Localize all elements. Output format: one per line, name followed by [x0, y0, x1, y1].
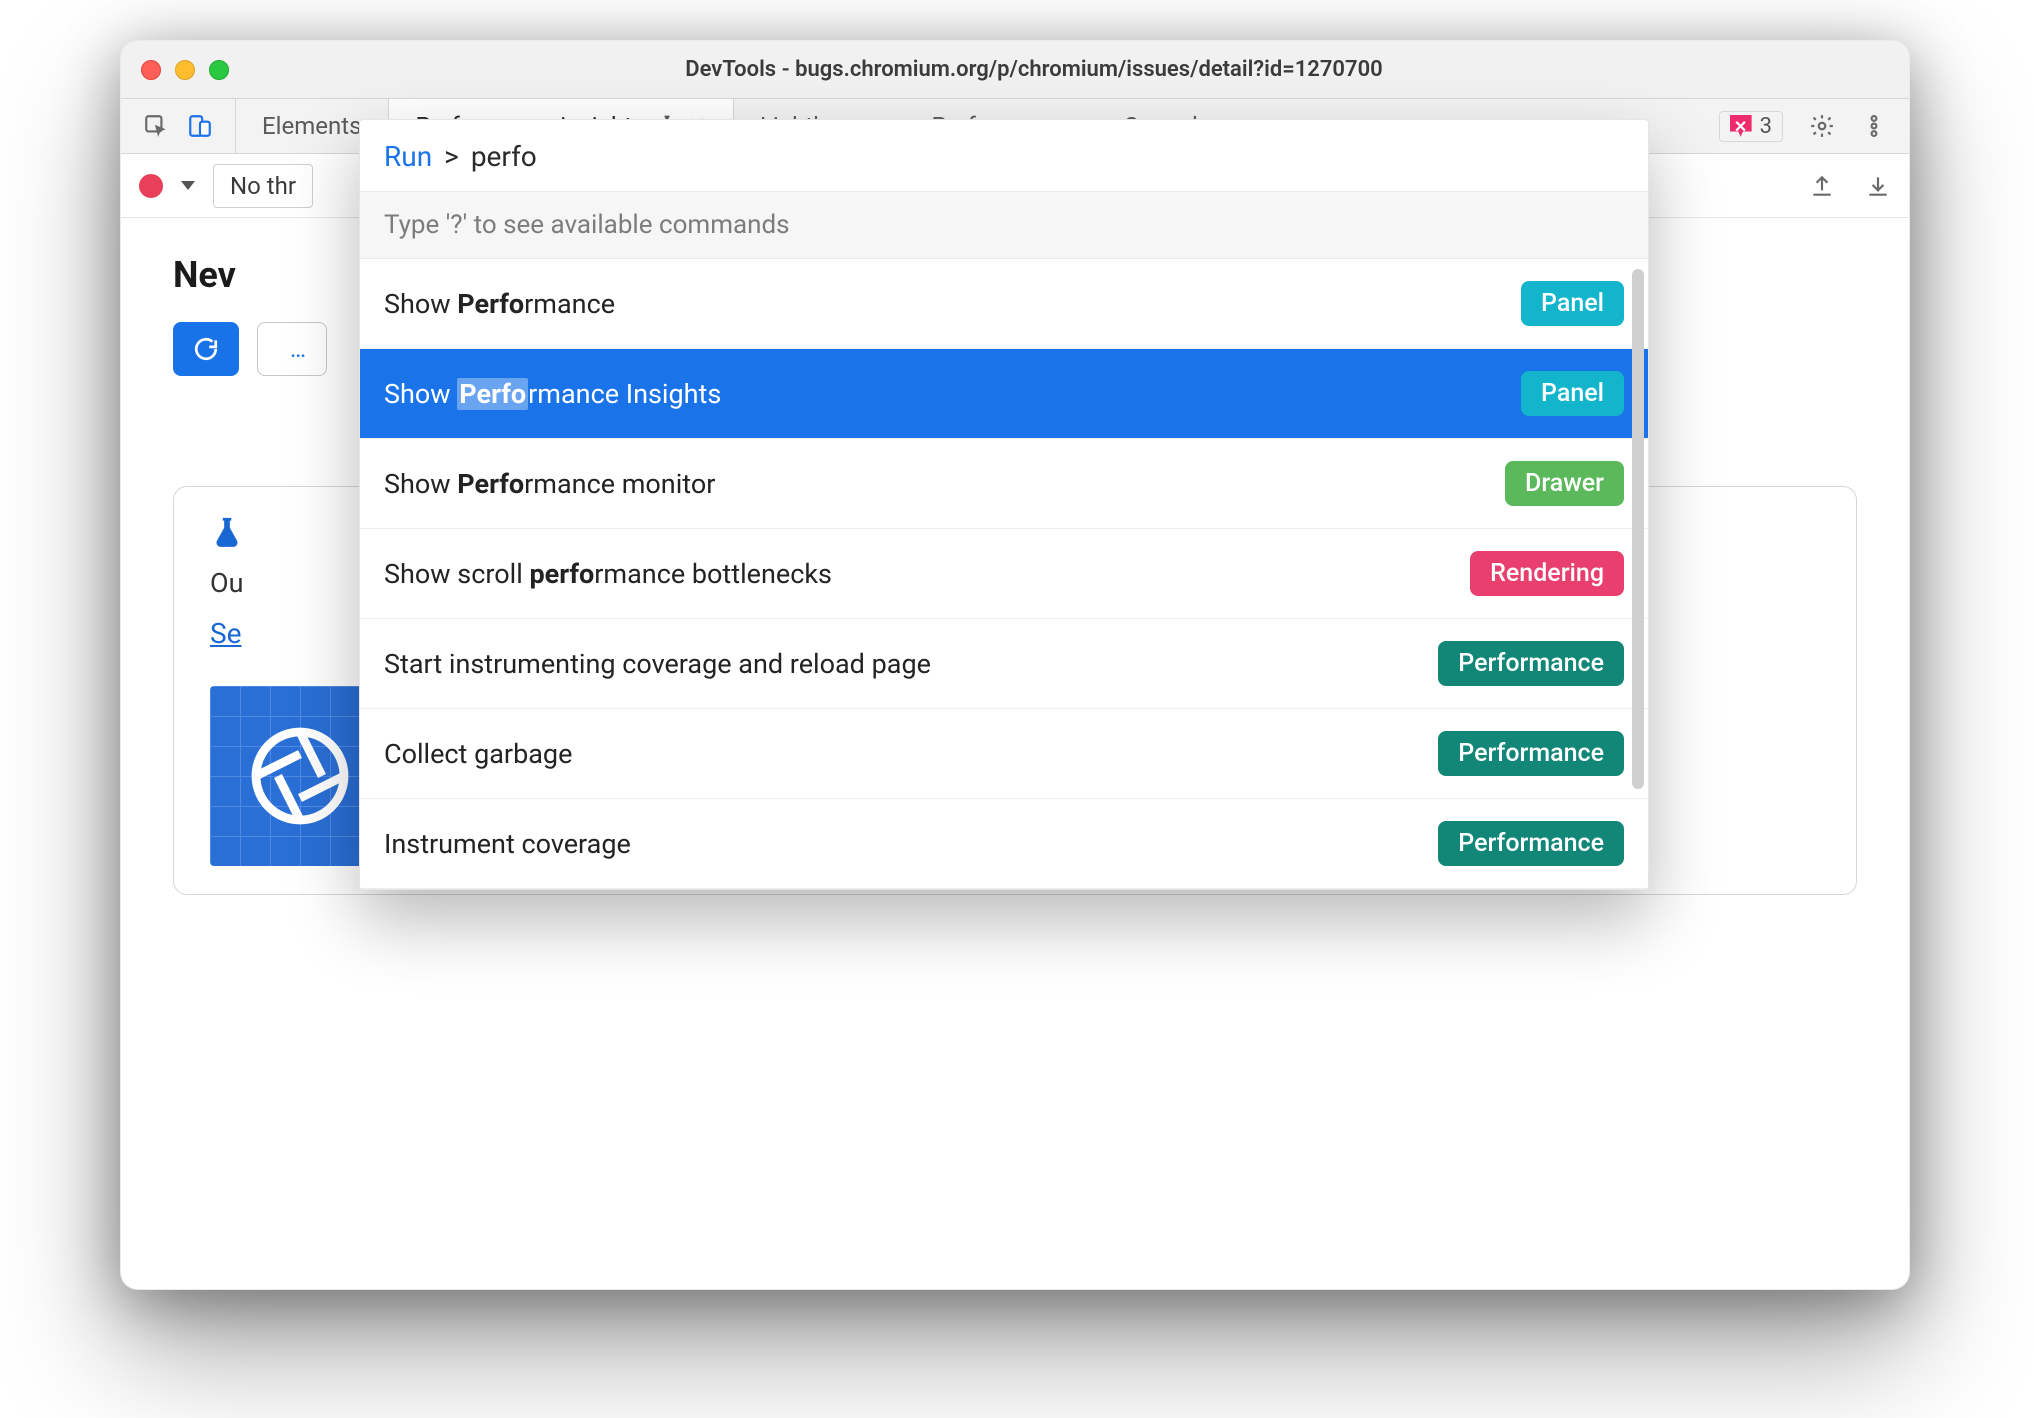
command-item-tag: Panel: [1521, 281, 1624, 326]
download-icon[interactable]: [1865, 173, 1891, 199]
window-title: DevTools - bugs.chromium.org/p/chromium/…: [179, 57, 1889, 82]
aperture-icon: [245, 721, 355, 831]
command-item[interactable]: Instrument coverage Performance: [360, 799, 1648, 889]
inspect-icon[interactable]: [143, 113, 169, 139]
flask-icon: [210, 515, 244, 549]
devtools-window: DevTools - bugs.chromium.org/p/chromium/…: [120, 40, 1910, 1290]
command-list: Show PerformancePanelShow Performance In…: [360, 259, 1648, 889]
record-menu-chevron-icon[interactable]: [181, 181, 195, 190]
command-item-label: Collect garbage: [384, 738, 572, 770]
command-item-tag: Performance: [1438, 641, 1624, 686]
command-item[interactable]: Show Performance monitor Drawer: [360, 439, 1648, 529]
window-close-button[interactable]: [141, 60, 161, 80]
throttling-select[interactable]: No thr: [213, 164, 313, 208]
issues-count: 3: [1760, 114, 1772, 139]
command-item-label: Instrument coverage: [384, 828, 631, 860]
command-item[interactable]: Start instrumenting coverage and reload …: [360, 619, 1648, 709]
command-item-tag: Performance: [1438, 731, 1624, 776]
reload-icon: [193, 336, 219, 362]
command-item-label: Show scroll performance bottlenecks: [384, 558, 832, 590]
command-item-tag: Drawer: [1505, 461, 1624, 506]
device-toggle-icon[interactable]: [187, 113, 213, 139]
issues-badge[interactable]: ✕ 3: [1719, 111, 1783, 142]
command-hint: Type '?' to see available commands: [360, 192, 1648, 259]
record-button[interactable]: [139, 174, 163, 198]
command-item[interactable]: Collect garbage Performance: [360, 709, 1648, 799]
command-item[interactable]: Show Performance Panel: [360, 259, 1648, 349]
gear-icon[interactable]: [1809, 113, 1835, 139]
command-query: perfo: [471, 140, 537, 173]
tab-label: Elements: [262, 112, 361, 140]
command-item-label: Show Performance: [384, 288, 615, 320]
secondary-action-button[interactable]: …: [257, 322, 327, 376]
command-item-label: Start instrumenting coverage and reload …: [384, 648, 931, 680]
command-prompt-symbol: >: [444, 140, 459, 173]
command-item-tag: Panel: [1521, 371, 1624, 416]
error-icon: ✕: [1730, 115, 1752, 137]
kebab-icon[interactable]: [1861, 113, 1887, 139]
command-item[interactable]: Show scroll performance bottlenecks Rende…: [360, 529, 1648, 619]
command-input[interactable]: Run > perfo: [360, 120, 1648, 192]
command-run-label: Run: [384, 140, 432, 173]
command-palette: Run > perfo Type '?' to see available com…: [359, 119, 1649, 890]
command-item[interactable]: Show Performance Insights Panel: [360, 349, 1648, 439]
scrollbar[interactable]: [1632, 269, 1644, 789]
titlebar: DevTools - bugs.chromium.org/p/chromium/…: [121, 41, 1909, 99]
upload-icon[interactable]: [1809, 173, 1835, 199]
throttling-label: No thr: [230, 172, 296, 200]
command-item-tag: Performance: [1438, 821, 1624, 866]
command-item-label: Show Performance Insights: [384, 378, 721, 410]
primary-action-button[interactable]: [173, 322, 239, 376]
command-item-label: Show Performance monitor: [384, 468, 715, 500]
command-item-tag: Rendering: [1470, 551, 1624, 596]
